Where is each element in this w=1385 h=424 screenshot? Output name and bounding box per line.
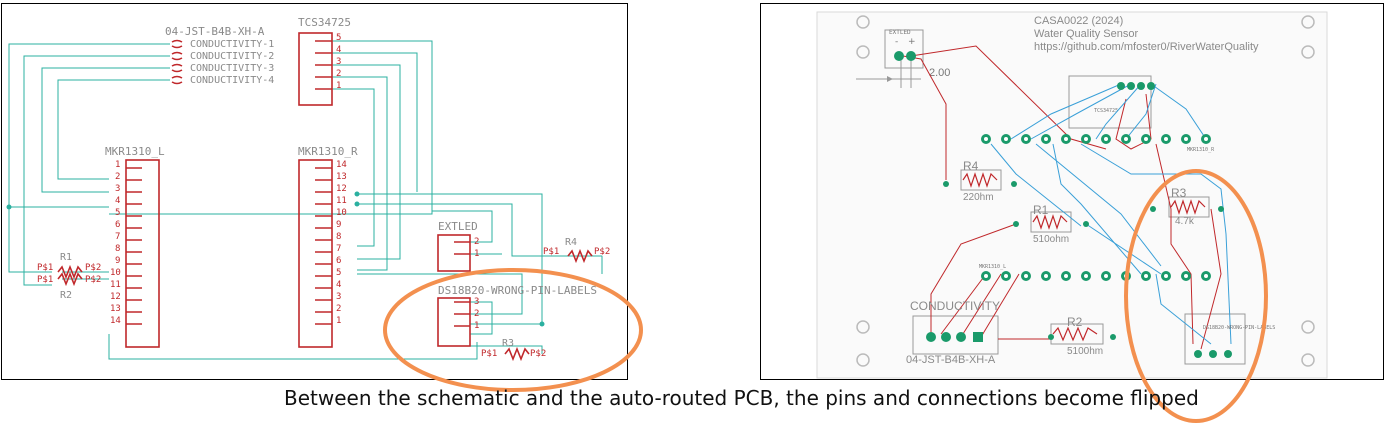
caption-text: Between the schematic and the auto-route… bbox=[284, 386, 1199, 410]
highlight-overlay bbox=[383, 169, 1268, 423]
schematic-highlight-ellipse bbox=[383, 268, 643, 392]
pcb-highlight-ellipse bbox=[1124, 169, 1268, 423]
